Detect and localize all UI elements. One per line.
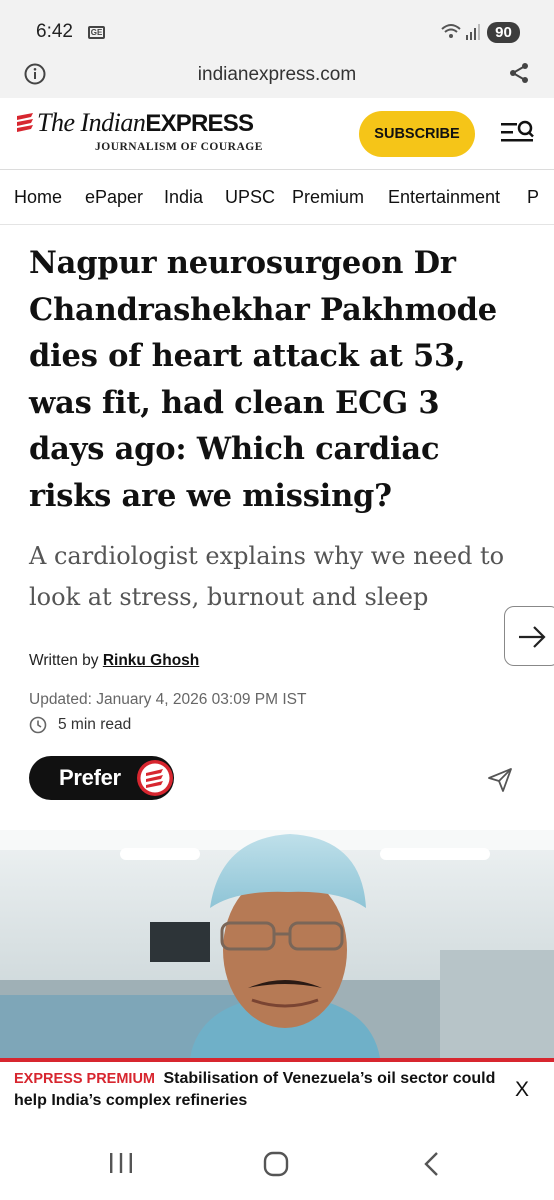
headline-line: was fit, had clean ECG 3 bbox=[29, 384, 440, 421]
next-article-button[interactable] bbox=[504, 606, 554, 666]
byline: Written by Rinku Ghosh bbox=[29, 652, 199, 670]
article-headline: Nagpur neurosurgeon Dr Chandrashekhar Pa… bbox=[29, 240, 534, 519]
recent-apps-icon[interactable] bbox=[108, 1152, 134, 1174]
share-icon[interactable] bbox=[508, 62, 530, 84]
section-nav: Home ePaper India UPSC Premium Entertain… bbox=[0, 171, 554, 225]
site-header: The IndianEXPRESS JOURNALISM OF COURAGE … bbox=[0, 98, 554, 170]
nav-item-india[interactable]: India bbox=[164, 187, 203, 208]
nav-item-more[interactable]: P bbox=[527, 187, 539, 208]
browser-url-bar: indianexpress.com bbox=[0, 50, 554, 98]
headline-line: Chandrashekhar Pakhmode bbox=[29, 291, 497, 328]
read-time-text: 5 min read bbox=[58, 716, 132, 733]
send-share-icon[interactable] bbox=[486, 766, 514, 794]
article-subheadline: A cardiologist explains why we need to l… bbox=[29, 536, 529, 618]
doctor-photo bbox=[0, 830, 554, 1058]
nav-item-upsc[interactable]: UPSC bbox=[225, 187, 275, 208]
prefer-source-button[interactable]: Prefer bbox=[29, 756, 174, 800]
arrow-right-icon bbox=[519, 626, 546, 648]
battery-indicator: 90 bbox=[487, 22, 520, 43]
headline-line: days ago: Which cardiac bbox=[29, 431, 440, 467]
premium-banner[interactable]: EXPRESS PREMIUM Stabilisation of Venezue… bbox=[0, 1058, 554, 1120]
headline-line: dies of heart attack at 53, bbox=[29, 338, 466, 374]
indian-express-logo-icon bbox=[137, 760, 173, 796]
prefer-label: Prefer bbox=[59, 765, 121, 790]
logo-text-2: EXPRESS bbox=[145, 110, 254, 137]
wifi-signal-icon bbox=[441, 24, 480, 40]
premium-tag: EXPRESS PREMIUM bbox=[14, 1071, 155, 1087]
ge-icon: GE bbox=[88, 26, 105, 39]
byline-prefix: Written by bbox=[29, 652, 99, 669]
system-navigation-bar bbox=[0, 1124, 554, 1200]
nav-item-premium[interactable]: Premium bbox=[292, 187, 364, 208]
headline-line: Nagpur neurosurgeon Dr bbox=[29, 245, 456, 281]
nav-item-home[interactable]: Home bbox=[14, 187, 62, 208]
headline-line: risks are we missing? bbox=[29, 477, 392, 514]
subscribe-button[interactable]: SUBSCRIBE bbox=[359, 111, 475, 157]
home-icon[interactable] bbox=[263, 1151, 289, 1177]
premium-banner-text[interactable]: EXPRESS PREMIUM Stabilisation of Venezue… bbox=[14, 1068, 504, 1111]
url-text[interactable]: indianexpress.com bbox=[0, 64, 554, 86]
close-banner-button[interactable]: X bbox=[515, 1078, 529, 1102]
clock-icon bbox=[29, 716, 47, 734]
back-icon[interactable] bbox=[422, 1151, 442, 1177]
site-logo[interactable]: The IndianEXPRESS bbox=[37, 108, 254, 138]
updated-timestamp: Updated: January 4, 2026 03:09 PM IST bbox=[29, 691, 307, 708]
status-bar: 6:42 GE 90 bbox=[0, 0, 554, 50]
status-time: 6:42 bbox=[36, 21, 73, 42]
subhead-line: look at stress, burnout and sleep bbox=[29, 583, 429, 611]
subhead-line: A cardiologist explains why we need to bbox=[29, 542, 505, 570]
nav-item-entertainment[interactable]: Entertainment bbox=[388, 187, 500, 208]
article-hero-image[interactable] bbox=[0, 830, 554, 1058]
logo-text-1: The Indian bbox=[37, 108, 146, 137]
logo-flame-icon bbox=[17, 113, 33, 132]
nav-item-epaper[interactable]: ePaper bbox=[85, 187, 143, 208]
logo-tagline: JOURNALISM OF COURAGE bbox=[95, 141, 263, 153]
author-link[interactable]: Rinku Ghosh bbox=[103, 652, 199, 669]
menu-search-icon[interactable] bbox=[499, 118, 537, 148]
